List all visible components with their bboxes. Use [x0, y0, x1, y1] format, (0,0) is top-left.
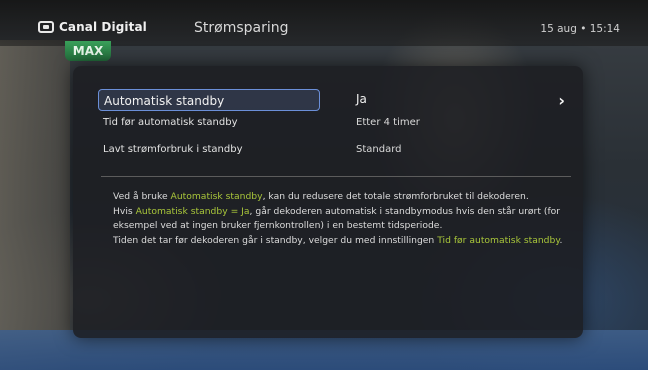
top-bar: Canal Digital Strømsparing 15 aug • 15:1…	[0, 0, 648, 46]
brand-logo: Canal Digital	[38, 20, 147, 34]
setting-label: Tid før automatisk standby	[103, 117, 238, 128]
help-paragraph: Tiden det tar før dekoderen går i standb…	[113, 234, 563, 246]
divider	[101, 176, 571, 177]
help-paragraph: Hvis Automatisk standby = Ja, går dekode…	[113, 205, 561, 232]
setting-value: Ja	[356, 92, 367, 106]
setting-row-automatic-standby[interactable]: Automatisk standby Ja ›	[98, 89, 573, 114]
background-scene	[0, 40, 70, 370]
channel-badge: MAX	[65, 41, 111, 61]
settings-panel: Automatisk standby Ja › Tid før automati…	[73, 66, 583, 338]
setting-value: Standard	[356, 144, 402, 155]
tv-logo-icon	[38, 21, 54, 33]
setting-label: Lavt strømforbruk i standby	[103, 144, 243, 155]
help-paragraph: Ved å bruke Automatisk standby, kan du r…	[113, 191, 529, 202]
help-text: Ved å bruke Automatisk standby, kan du r…	[113, 190, 568, 248]
chevron-right-icon[interactable]: ›	[558, 91, 565, 110]
page-title: Strømsparing	[194, 20, 289, 36]
brand-name: Canal Digital	[59, 20, 147, 34]
setting-row-low-power[interactable]: Lavt strømforbruk i standby Standard	[103, 144, 573, 166]
setting-label[interactable]: Automatisk standby	[98, 89, 320, 111]
date-time: 15 aug • 15:14	[540, 23, 620, 35]
setting-value: Etter 4 timer	[356, 117, 420, 128]
setting-row-standby-time[interactable]: Tid før automatisk standby Etter 4 timer	[103, 117, 573, 139]
